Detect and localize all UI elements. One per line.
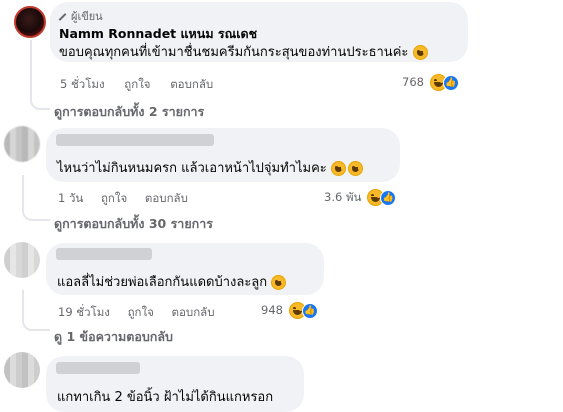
thread-line: [30, 40, 32, 100]
avatar[interactable]: [4, 126, 40, 162]
like-button[interactable]: ถูกใจ: [124, 77, 150, 91]
blurred-author-name: [56, 134, 214, 146]
view-replies-link[interactable]: ดู 1 ข้อความตอบกลับ: [54, 327, 173, 347]
comment-text: ไหนว่าไม่กินหนมครก แล้วเอาหน้าไปจุ่มทำไม…: [57, 157, 363, 178]
reply-button[interactable]: ตอบกลับ: [145, 191, 188, 205]
avatar[interactable]: [4, 242, 40, 278]
thread-elbow: [22, 203, 50, 221]
view-replies-link[interactable]: ดูการตอบกลับทั้ง 30 รายการ: [54, 214, 213, 234]
comment-text-body: แอลลี่ไม่ช่วยพ่อเลือกกันแดดบ้างละลูก: [57, 275, 268, 290]
author-badge: ผู้เขียน: [58, 7, 103, 25]
reaction-count: 948: [261, 303, 283, 317]
blurred-author-name: [56, 362, 140, 374]
comment-actions: 5 ชั่วโมง ถูกใจ ตอบกลับ: [60, 76, 213, 94]
comment-text: แอลลี่ไม่ช่วยพ่อเลือกกันแดดบ้างละลูก: [57, 271, 287, 292]
avatar[interactable]: [14, 6, 46, 38]
thread-elbow: [22, 313, 50, 331]
comment-text-body: ขอบคุณทุกคนที่เข้ามาชื่นชมครีมกันกระสุนข…: [59, 45, 409, 60]
haha-emoji-icon: [412, 45, 428, 60]
blurred-author-name: [56, 248, 152, 260]
reaction-summary[interactable]: 768 👍: [402, 74, 459, 91]
reaction-count: 3.6 พัน: [324, 190, 362, 204]
thread-elbow: [30, 92, 50, 110]
like-reaction-icon: 👍: [380, 189, 397, 206]
view-replies-link[interactable]: ดูการตอบกลับทั้ง 2 รายการ: [54, 102, 204, 122]
comment-timestamp[interactable]: 5 ชั่วโมง: [60, 77, 105, 91]
haha-emoji-icon: [330, 161, 346, 176]
comment-text-body: ไหนว่าไม่กินหนมครก แล้วเอาหน้าไปจุ่มทำไม…: [57, 161, 327, 176]
like-button[interactable]: ถูกใจ: [101, 191, 127, 205]
haha-emoji-icon: [347, 161, 363, 176]
reply-button[interactable]: ตอบกลับ: [170, 77, 213, 91]
pencil-icon: [58, 13, 67, 21]
reaction-count: 768: [402, 75, 424, 89]
comment-actions: 19 ชั่วโมง ถูกใจ ตอบกลับ: [58, 304, 215, 322]
avatar[interactable]: [4, 352, 40, 388]
reaction-summary[interactable]: 948 👍: [261, 302, 318, 319]
like-reaction-icon: 👍: [301, 302, 318, 319]
comment-actions: 1 วัน ถูกใจ ตอบกลับ: [58, 190, 188, 208]
comment-text: ขอบคุณทุกคนที่เข้ามาชื่นชมครีมกันกระสุนข…: [59, 41, 428, 62]
reaction-summary[interactable]: 3.6 พัน 👍: [324, 189, 397, 207]
comment-timestamp[interactable]: 19 ชั่วโมง: [58, 305, 110, 319]
like-button[interactable]: ถูกใจ: [128, 305, 154, 319]
like-reaction-icon: 👍: [442, 74, 459, 91]
author-badge-label: ผู้เขียน: [71, 10, 103, 23]
comment-timestamp[interactable]: 1 วัน: [58, 191, 83, 205]
wow-emoji-icon: [271, 275, 287, 290]
reply-button[interactable]: ตอบกลับ: [172, 305, 215, 319]
